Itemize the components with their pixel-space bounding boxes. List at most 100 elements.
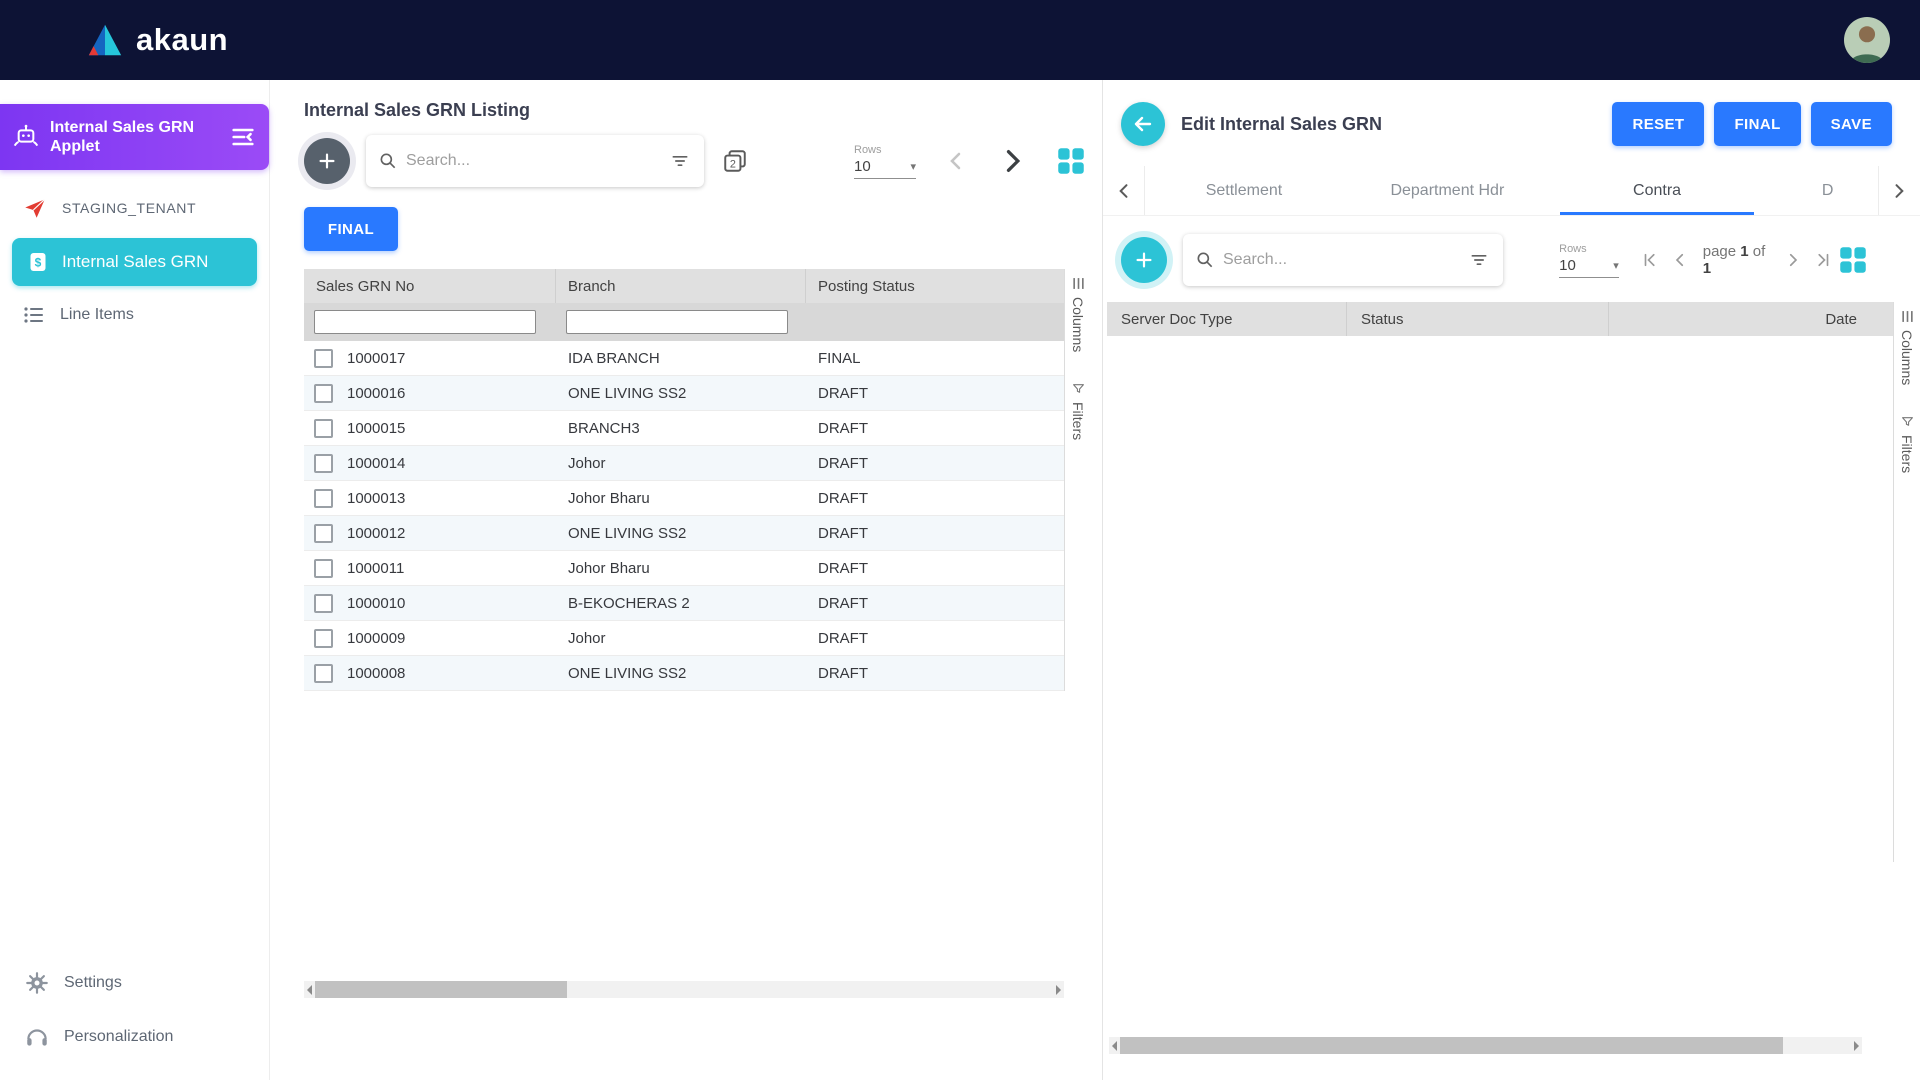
row-checkbox[interactable] xyxy=(314,419,333,438)
column-header[interactable]: Branch xyxy=(556,269,806,303)
editor-header: Edit Internal Sales GRN RESET FINAL SAVE xyxy=(1103,102,1920,146)
filters-toggle[interactable]: Filters xyxy=(1070,382,1086,440)
logo-text: akaun xyxy=(136,22,228,58)
filters-toggle[interactable]: Filters xyxy=(1899,415,1915,473)
tab-next-truncated[interactable]: D xyxy=(1762,166,1878,215)
column-header[interactable]: Posting Status xyxy=(806,269,1064,303)
table-row[interactable]: 1000014 Johor DRAFT xyxy=(304,446,1064,481)
cell-status: DRAFT xyxy=(806,630,1064,647)
back-button[interactable] xyxy=(1121,102,1165,146)
listing-search-input[interactable] xyxy=(406,152,660,170)
sidebar-item-tenant[interactable]: STAGING_TENANT xyxy=(0,180,269,236)
search-filter-icon[interactable] xyxy=(668,149,692,173)
columns-icon xyxy=(1901,310,1914,323)
column-header[interactable]: Status xyxy=(1347,302,1609,336)
filters-label: Filters xyxy=(1899,435,1915,473)
row-checkbox[interactable] xyxy=(314,489,333,508)
tab-contra[interactable]: Contra xyxy=(1552,166,1762,215)
row-checkbox[interactable] xyxy=(314,349,333,368)
scroll-right-arrow[interactable] xyxy=(1056,985,1061,995)
table-row[interactable]: 1000012 ONE LIVING SS2 DRAFT xyxy=(304,516,1064,551)
editor-side-rail: Columns Filters xyxy=(1893,302,1920,862)
final-button[interactable]: FINAL xyxy=(1714,102,1800,146)
avatar-image xyxy=(1844,17,1890,63)
scroll-right-arrow[interactable] xyxy=(1854,1041,1859,1051)
column-filter-input[interactable] xyxy=(566,310,788,334)
grid-view-icon[interactable] xyxy=(1052,142,1090,180)
sidebar-item-internal-sales-grn[interactable]: $ Internal Sales GRN xyxy=(12,238,257,286)
tabs-scroll-right-icon[interactable] xyxy=(1878,166,1920,215)
page-label: page xyxy=(1703,243,1736,260)
sidebar-item-personalization[interactable]: Personalization xyxy=(0,1010,269,1064)
cell-status: DRAFT xyxy=(806,455,1064,472)
add-contra-button[interactable] xyxy=(1121,237,1167,283)
column-header[interactable]: Server Doc Type xyxy=(1107,302,1347,336)
first-page-icon[interactable] xyxy=(1639,249,1661,271)
column-header[interactable]: Date xyxy=(1609,302,1893,336)
table-row[interactable]: 1000015 BRANCH3 DRAFT xyxy=(304,411,1064,446)
table-row[interactable]: 1000017 IDA BRANCH FINAL xyxy=(304,341,1064,376)
cell-branch: Johor Bharu xyxy=(556,490,806,507)
sidebar-item-settings[interactable]: Settings xyxy=(0,956,269,1010)
row-checkbox[interactable] xyxy=(314,664,333,683)
sidebar-item-line-items[interactable]: Line Items xyxy=(0,288,269,342)
listing-table-zone: Sales GRN No Branch Posting Status 10000… xyxy=(304,269,1102,691)
horizontal-scrollbar[interactable] xyxy=(1109,1037,1862,1054)
table-row[interactable]: 1000009 Johor DRAFT xyxy=(304,621,1064,656)
final-button[interactable]: FINAL xyxy=(304,207,398,251)
table-row[interactable]: 1000016 ONE LIVING SS2 DRAFT xyxy=(304,376,1064,411)
last-page-icon[interactable] xyxy=(1812,249,1834,271)
table-row[interactable]: 1000011 Johor Bharu DRAFT xyxy=(304,551,1064,586)
table-row[interactable]: 1000008 ONE LIVING SS2 DRAFT xyxy=(304,656,1064,691)
row-checkbox[interactable] xyxy=(314,629,333,648)
next-page-icon[interactable] xyxy=(1782,249,1804,271)
search-filter-icon[interactable] xyxy=(1467,248,1491,272)
rows-per-page-select[interactable]: Rows 10 ▾ xyxy=(854,144,916,179)
row-checkbox[interactable] xyxy=(314,524,333,543)
table-header-row: Server Doc Type Status Date xyxy=(1107,302,1893,336)
next-page-icon[interactable] xyxy=(996,145,1028,177)
prev-page-icon[interactable] xyxy=(1669,249,1691,271)
rows-per-page-select[interactable]: Rows 10 ▾ xyxy=(1559,243,1619,278)
listing-side-rail: Columns Filters xyxy=(1064,269,1091,691)
rows-label: Rows xyxy=(1559,243,1619,255)
tab-department-hdr[interactable]: Department Hdr xyxy=(1343,166,1553,215)
pages-icon[interactable]: 2 xyxy=(720,146,750,176)
row-checkbox[interactable] xyxy=(314,454,333,473)
reset-button[interactable]: RESET xyxy=(1612,102,1704,146)
sidebar-footer: Settings Personalization xyxy=(0,956,269,1064)
tab-settlement[interactable]: Settlement xyxy=(1145,166,1342,215)
prev-page-icon[interactable] xyxy=(942,147,970,175)
sales-grn-doc-icon: $ xyxy=(26,250,50,274)
column-filter-input[interactable] xyxy=(314,310,536,334)
scrollbar-thumb[interactable] xyxy=(1120,1037,1783,1054)
cell-status: DRAFT xyxy=(806,560,1064,577)
sidebar-item-label: Line Items xyxy=(60,306,134,324)
menu-toggle-icon[interactable] xyxy=(229,123,257,151)
editor-search-box xyxy=(1183,234,1503,286)
scroll-left-arrow[interactable] xyxy=(1112,1041,1117,1051)
avatar[interactable] xyxy=(1844,17,1890,63)
cell-grn-no: 1000010 xyxy=(347,595,405,612)
grid-view-icon[interactable] xyxy=(1834,241,1872,279)
table-row[interactable]: 1000013 Johor Bharu DRAFT xyxy=(304,481,1064,516)
scroll-left-arrow[interactable] xyxy=(307,985,312,995)
column-header[interactable]: Sales GRN No xyxy=(304,269,556,303)
editor-tabs: Settlement Department Hdr Contra D xyxy=(1103,166,1920,216)
tabs-scroll-left-icon[interactable] xyxy=(1103,166,1145,215)
add-record-button[interactable] xyxy=(304,138,350,184)
editor-table-zone: Server Doc Type Status Date Columns Filt… xyxy=(1103,302,1920,862)
scrollbar-thumb[interactable] xyxy=(315,981,567,998)
columns-toggle[interactable]: Columns xyxy=(1070,277,1086,352)
row-checkbox[interactable] xyxy=(314,384,333,403)
empty-table-body xyxy=(1107,336,1893,896)
contra-table: Server Doc Type Status Date xyxy=(1107,302,1893,862)
save-button[interactable]: SAVE xyxy=(1811,102,1892,146)
horizontal-scrollbar[interactable] xyxy=(304,981,1064,998)
columns-toggle[interactable]: Columns xyxy=(1899,310,1915,385)
row-checkbox[interactable] xyxy=(314,594,333,613)
row-checkbox[interactable] xyxy=(314,559,333,578)
cell-branch: IDA BRANCH xyxy=(556,350,806,367)
editor-search-input[interactable] xyxy=(1223,251,1459,269)
table-row[interactable]: 1000010 B-EKOCHERAS 2 DRAFT xyxy=(304,586,1064,621)
